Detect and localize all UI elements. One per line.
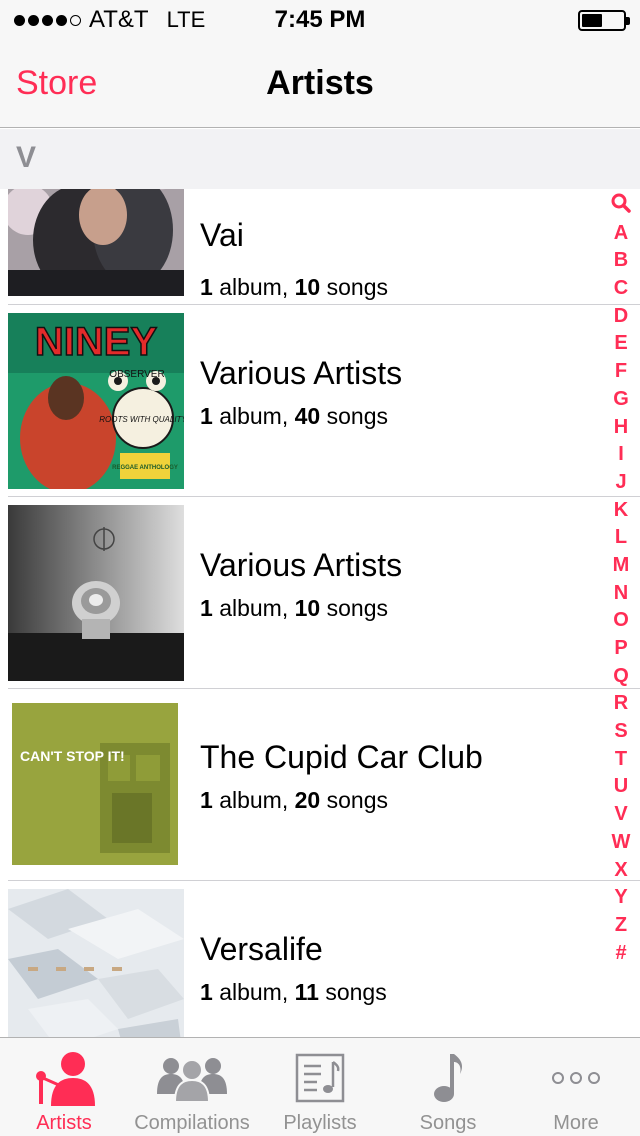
artist-row-various-artists-2[interactable]: Various Artists 1 album, 10 songs [0,497,640,689]
more-icon [541,1050,611,1106]
index-letter-l[interactable]: L [615,524,627,552]
artist-thumbnail: CAN'T STOP IT! [8,697,184,873]
index-letter-hash[interactable]: # [615,940,626,968]
artist-details: 1 album, 20 songs [200,787,388,814]
artist-row-vai[interactable]: Vai 1 album, 10 songs [0,189,640,304]
section-header: V [0,129,640,189]
artist-details: 1 album, 11 songs [200,979,387,1006]
compilations-icon [157,1050,227,1106]
song-word: songs [326,274,388,300]
index-letter-o[interactable]: O [613,607,629,635]
index-letter-n[interactable]: N [614,580,628,608]
artist-name: Versalife [200,931,323,967]
niney-title: NINEY [35,320,158,364]
artist-thumbnail [8,889,184,1037]
artist-thumbnail [8,189,184,296]
album-word: album, [219,787,289,813]
search-icon[interactable] [610,192,632,220]
status-bar: AT&T LTE 7:45 PM [0,0,640,40]
tab-label: Playlists [283,1112,357,1134]
artist-row-various-artists-1[interactable]: NINEY OBSERVER ROOTS WITH QUALITY REGGAE… [0,305,640,497]
song-count: 10 [294,595,321,621]
album-word: album, [219,403,289,429]
song-count: 20 [294,787,321,813]
album-word: album, [219,595,289,621]
index-letter-x[interactable]: X [614,857,627,885]
niney-reggae: REGGAE ANTHOLOGY [112,465,178,471]
index-letter-h[interactable]: H [614,414,628,442]
song-count: 10 [294,274,321,300]
index-letter-s[interactable]: S [614,718,627,746]
niney-observer: OBSERVER [109,369,164,380]
artist-name: Various Artists [200,355,403,391]
tab-compilations[interactable]: Compilations [128,1038,256,1136]
index-letter-w[interactable]: W [612,829,631,857]
index-letter-d[interactable]: D [614,303,628,331]
album-count: 1 [200,274,213,300]
song-word: songs [326,787,388,813]
artist-details: 1 album, 40 songs [200,403,388,430]
tab-more[interactable]: More [512,1038,640,1136]
index-letter-m[interactable]: M [613,552,630,580]
artist-list[interactable]: Vai 1 album, 10 songs NINEY OBSERVER ROO… [0,189,640,1037]
artists-icon [29,1050,99,1106]
index-letter-v[interactable]: V [614,801,627,829]
index-letter-t[interactable]: T [615,746,627,774]
tab-playlists[interactable]: Playlists [256,1038,384,1136]
tab-songs[interactable]: Songs [384,1038,512,1136]
index-letter-g[interactable]: G [613,386,629,414]
index-letter-y[interactable]: Y [614,884,627,912]
niney-roots: ROOTS WITH QUALITY [99,415,184,424]
artist-row-the-cupid-car-club[interactable]: CAN'T STOP IT! The Cupid Car Club 1 albu… [0,689,640,881]
artist-details: 1 album, 10 songs [200,274,388,301]
song-word: songs [326,595,388,621]
navigation-bar: Store Artists [0,40,640,128]
index-letter-e[interactable]: E [614,330,627,358]
status-time: 7:45 PM [274,6,366,33]
tab-label: More [553,1112,599,1134]
section-index[interactable]: A B C D E F G H I J K L M N O P Q R S T … [608,192,634,967]
song-word: songs [326,403,388,429]
index-letter-i[interactable]: I [618,441,624,469]
playlists-icon [285,1050,355,1106]
cupid-title: CAN'T STOP IT! [20,748,125,764]
album-count: 1 [200,403,213,429]
page-title: Artists [266,64,374,102]
index-letter-f[interactable]: F [615,358,627,386]
artist-row-versalife[interactable]: Versalife 1 album, 11 songs [0,881,640,1037]
section-letter: V [16,141,37,174]
artist-thumbnail: NINEY OBSERVER ROOTS WITH QUALITY REGGAE… [8,313,184,489]
index-letter-z[interactable]: Z [615,912,627,940]
artist-name: The Cupid Car Club [200,739,483,775]
artist-details: 1 album, 10 songs [200,595,388,622]
index-letter-p[interactable]: P [614,635,627,663]
songs-icon [413,1050,483,1106]
tab-artists[interactable]: Artists [0,1038,128,1136]
index-letter-b[interactable]: B [614,247,628,275]
song-count: 11 [294,979,319,1005]
album-word: album, [219,274,289,300]
index-letter-k[interactable]: K [614,497,628,525]
album-count: 1 [200,979,213,1005]
artist-name: Vai [200,217,244,253]
album-count: 1 [200,595,213,621]
artist-thumbnail [8,505,184,681]
battery-icon [578,10,630,31]
album-count: 1 [200,787,213,813]
song-count: 40 [294,403,321,429]
artist-name: Various Artists [200,547,403,583]
index-letter-q[interactable]: Q [613,663,629,691]
song-word: songs [325,979,387,1005]
index-letter-c[interactable]: C [614,275,628,303]
index-letter-u[interactable]: U [614,773,628,801]
tab-label: Artists [36,1112,92,1134]
tab-label: Compilations [134,1112,250,1134]
album-word: album, [219,979,289,1005]
index-letter-j[interactable]: J [615,469,626,497]
tab-label: Songs [419,1112,477,1134]
index-letter-a[interactable]: A [614,220,628,248]
tab-bar: Artists Compilations Playlists Songs Mor… [0,1037,640,1136]
index-letter-r[interactable]: R [614,690,628,718]
